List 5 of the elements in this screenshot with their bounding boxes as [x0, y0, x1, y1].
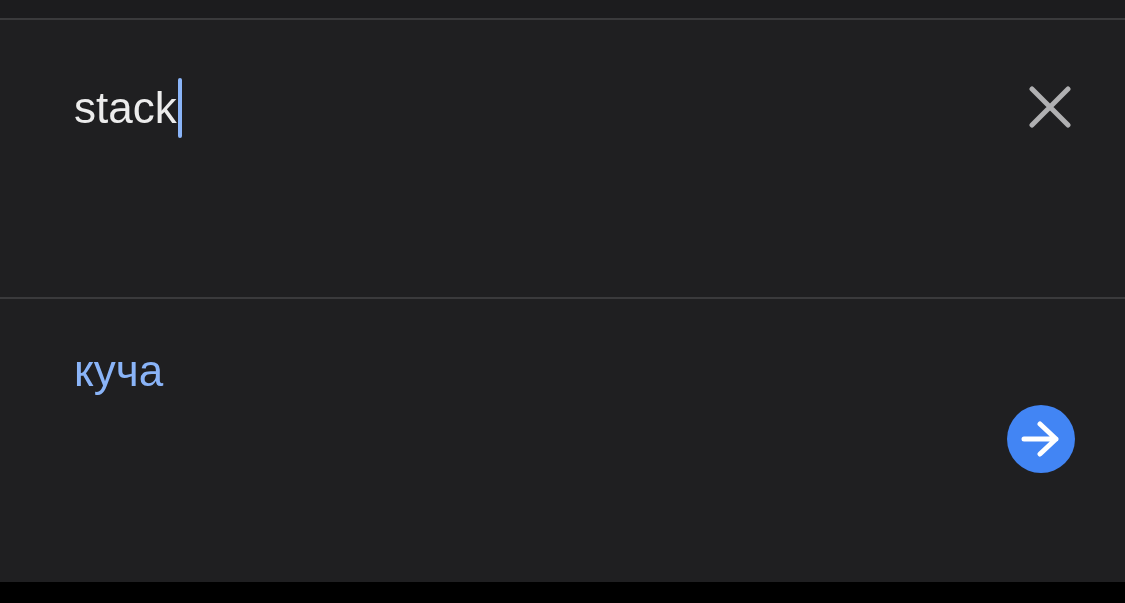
input-field[interactable]: stack — [74, 78, 182, 138]
arrow-right-icon — [1021, 421, 1061, 457]
close-icon — [1029, 86, 1071, 128]
close-button[interactable] — [1027, 84, 1073, 130]
translation-text: куча — [74, 345, 165, 397]
